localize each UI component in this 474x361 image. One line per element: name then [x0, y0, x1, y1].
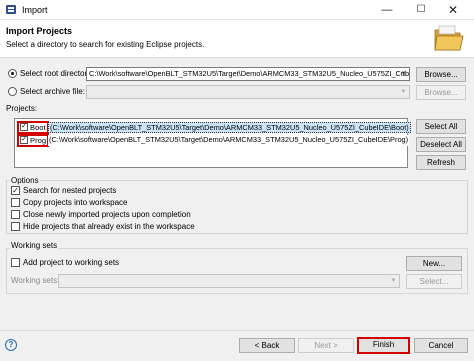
projects-label: Projects:: [6, 104, 38, 113]
next-button[interactable]: Next >: [298, 338, 354, 353]
refresh-button[interactable]: Refresh: [416, 155, 466, 170]
project-row-boot[interactable]: ✓ Boot (C:\Work\software\OpenBLT_STM32U5…: [17, 121, 411, 134]
add-working-set-label: Add project to working sets: [23, 258, 120, 267]
page-description: Select a directory to search for existin…: [6, 40, 205, 49]
cancel-button[interactable]: Cancel: [414, 338, 468, 353]
add-working-set-checkbox[interactable]: [11, 258, 20, 267]
project-name: Boot: [30, 123, 46, 132]
new-working-set-button[interactable]: New...: [406, 256, 462, 271]
working-sets-title: Working sets: [10, 241, 59, 250]
chevron-down-icon[interactable]: ▼: [398, 86, 409, 98]
root-directory-label: Select root directory:: [20, 69, 94, 78]
finish-button[interactable]: Finish: [357, 337, 410, 354]
working-sets-combo[interactable]: ▼: [58, 274, 400, 288]
project-checkbox-prog[interactable]: ✓: [20, 136, 28, 144]
eclipse-app-icon: [6, 5, 16, 14]
chevron-down-icon[interactable]: ▼: [398, 68, 409, 80]
help-icon[interactable]: ?: [5, 339, 17, 351]
browse-root-button[interactable]: Browse...: [416, 67, 466, 82]
deselect-all-button[interactable]: Deselect All: [416, 137, 466, 152]
select-all-button[interactable]: Select All: [416, 119, 466, 134]
maximize-button[interactable]: ☐: [404, 0, 438, 20]
archive-file-combo[interactable]: ▼: [86, 85, 410, 99]
folder-icon: [434, 25, 464, 51]
working-sets-label: Working sets:: [11, 276, 60, 285]
root-directory-value: C:\Work\software\OpenBLT_STM32U5\Target\…: [89, 69, 410, 78]
hide-existing-checkbox[interactable]: [11, 222, 20, 231]
search-nested-checkbox[interactable]: ✓: [11, 186, 20, 195]
title-bar: Import — ☐ ✕: [0, 0, 474, 20]
project-path: (C:\Work\software\OpenBLT_STM32U5\Target…: [48, 122, 411, 133]
select-working-set-button[interactable]: Select...: [406, 274, 462, 289]
minimize-button[interactable]: —: [370, 0, 404, 20]
copy-projects-checkbox[interactable]: [11, 198, 20, 207]
footer-separator: [0, 330, 474, 331]
project-name: Prog: [30, 136, 47, 145]
close-button[interactable]: ✕: [436, 0, 470, 20]
hide-existing-label: Hide projects that already exist in the …: [23, 222, 195, 231]
root-directory-radio[interactable]: [8, 69, 17, 78]
project-path: (C:\Work\software\OpenBLT_STM32U5\Target…: [48, 135, 410, 146]
copy-projects-label: Copy projects into workspace: [23, 198, 128, 207]
options-title: Options: [10, 176, 40, 185]
search-nested-label: Search for nested projects: [23, 186, 117, 195]
project-row-prog[interactable]: ✓ Prog (C:\Work\software\OpenBLT_STM32U5…: [17, 134, 410, 147]
root-directory-combo[interactable]: C:\Work\software\OpenBLT_STM32U5\Target\…: [86, 67, 410, 81]
archive-file-radio[interactable]: [8, 87, 17, 96]
projects-list[interactable]: ✓ Boot (C:\Work\software\OpenBLT_STM32U5…: [14, 118, 411, 168]
page-title: Import Projects: [6, 26, 73, 36]
browse-archive-button[interactable]: Browse...: [416, 85, 466, 100]
back-button[interactable]: < Back: [239, 338, 295, 353]
window-title: Import: [22, 5, 48, 15]
close-imported-checkbox[interactable]: [11, 210, 20, 219]
chevron-down-icon[interactable]: ▼: [388, 275, 399, 287]
project-checkbox-boot[interactable]: ✓: [20, 123, 28, 131]
wizard-header: Import Projects Select a directory to se…: [0, 20, 474, 58]
close-imported-label: Close newly imported projects upon compl…: [23, 210, 191, 219]
archive-file-label: Select archive file:: [20, 87, 85, 96]
